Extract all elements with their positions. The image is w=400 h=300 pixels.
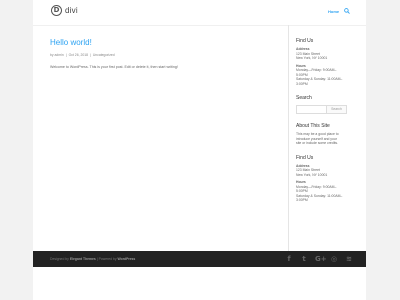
google-plus-icon[interactable]: G+ <box>315 255 327 263</box>
instagram-icon[interactable]: ◎ <box>330 255 338 263</box>
hours-line: 3:00PM <box>296 198 308 202</box>
powered-by-text: Powered by <box>98 257 117 261</box>
widget-find-us: Find Us Address 123 Main Street New York… <box>296 38 360 86</box>
post-date: Oct 26, 2018 <box>68 53 89 57</box>
widget-title: About This Site <box>296 123 330 129</box>
rss-icon[interactable]: ≋ <box>345 255 353 263</box>
widget-search: Search Search <box>296 95 360 114</box>
social-icons: f t G+ ◎ ≋ <box>285 255 353 263</box>
widget-title: Find Us <box>296 154 314 161</box>
search-input[interactable] <box>296 105 327 114</box>
footer-credits: Designed by Elegant Themes | Powered by … <box>50 257 135 261</box>
post-category[interactable]: Uncategorized <box>93 53 115 57</box>
search-button[interactable]: Search <box>327 105 347 114</box>
site-header: D divi Home <box>33 0 366 25</box>
post-meta: by admin | Oct 26, 2018 | Uncategorized <box>50 53 115 57</box>
post-body: Welcome to WordPress. This is your first… <box>50 65 178 69</box>
main-content: Hello world! by admin | Oct 26, 2018 | U… <box>50 38 280 70</box>
page: D divi Home Hello world! by admin | Oct … <box>33 0 366 300</box>
logo-text: divi <box>65 5 78 15</box>
platform-link[interactable]: WordPress <box>117 257 135 261</box>
designed-by-text: Designed by <box>50 257 69 261</box>
meta-by: by <box>50 53 54 57</box>
address-line: New York, NY 10001 <box>296 172 328 177</box>
facebook-icon[interactable]: f <box>285 255 293 263</box>
logo-mark: D <box>51 5 62 16</box>
post-title[interactable]: Hello world! <box>50 38 280 48</box>
address-line: New York, NY 10001 <box>296 56 328 60</box>
site-logo[interactable]: D divi <box>51 5 78 16</box>
widget-title: Find Us <box>296 38 314 44</box>
search-icon[interactable] <box>344 8 350 14</box>
widget-about: About This Site This may be a good place… <box>296 123 360 146</box>
nav-item-home[interactable]: Home <box>328 9 339 14</box>
site-footer: Designed by Elegant Themes | Powered by … <box>33 251 366 267</box>
post-author[interactable]: admin <box>55 53 64 57</box>
widget-find-us-2: Find Us Address 123 Main Street New York… <box>296 155 360 203</box>
widget-title: Search <box>296 95 312 101</box>
theme-author-link[interactable]: Elegant Themes <box>70 257 96 261</box>
sidebar-divider <box>288 25 289 251</box>
twitter-icon[interactable]: t <box>300 255 308 263</box>
credits-separator: | <box>96 257 98 261</box>
sidebar: Find Us Address 123 Main Street New York… <box>296 38 360 203</box>
